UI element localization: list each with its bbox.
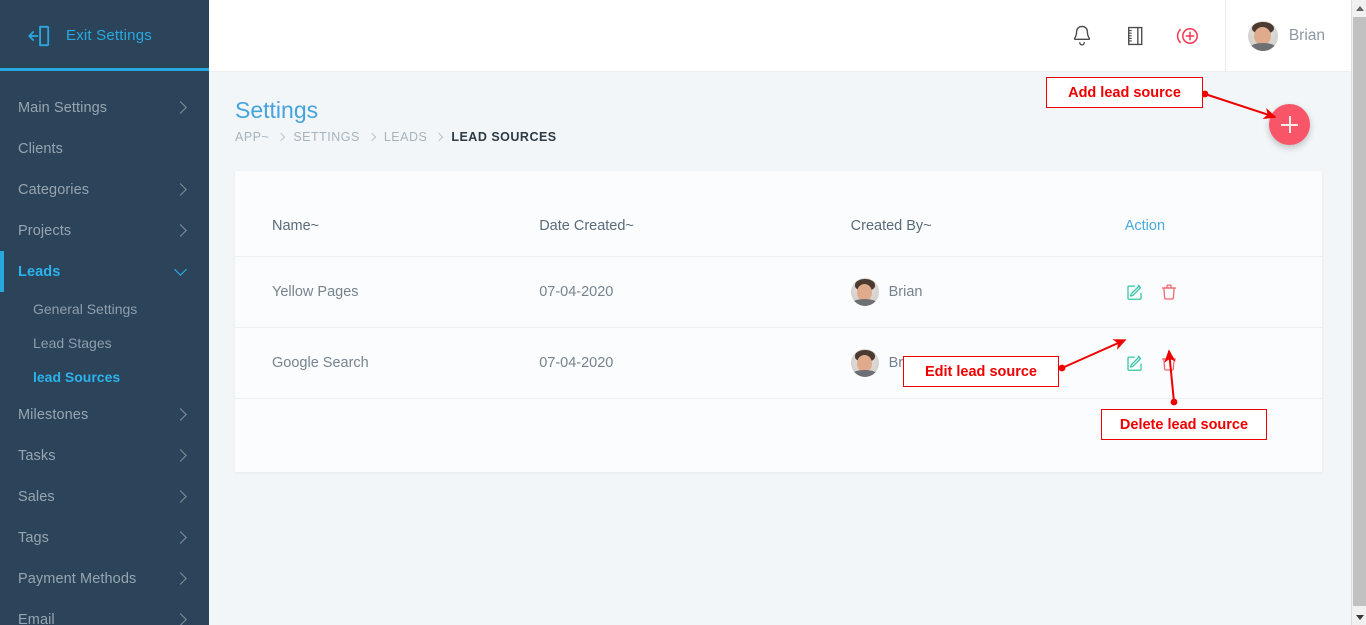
sidebar: Exit Settings Main Settings Clients Cate… <box>0 0 209 625</box>
annotation-label: Add lead source <box>1068 84 1181 101</box>
cell-name: Yellow Pages <box>235 256 540 328</box>
delete-row-button[interactable] <box>1159 281 1179 303</box>
cell-actions <box>1124 256 1322 328</box>
table-header-row: Name~ Date Created~ Created By~ Action <box>235 171 1322 257</box>
column-header-name[interactable]: Name~ <box>235 171 540 257</box>
chevron-right-icon <box>367 132 377 142</box>
user-menu[interactable]: Brian <box>1224 0 1351 72</box>
sidebar-item-label: Payment Methods <box>18 570 137 587</box>
cell-date-created: 07-04-2020 <box>539 327 851 399</box>
table-row: Google Search 07-04-2020 Brian <box>235 327 1322 399</box>
add-lead-source-fab[interactable] <box>1269 104 1310 145</box>
annotation-label: Edit lead source <box>924 363 1037 380</box>
sidebar-item-milestones[interactable]: Milestones <box>0 394 209 435</box>
edit-row-button[interactable] <box>1125 352 1145 374</box>
sidebar-item-main-settings[interactable]: Main Settings <box>0 87 209 128</box>
breadcrumb-item-settings[interactable]: SETTINGS <box>293 130 360 144</box>
breadcrumb-item-lead-sources: LEAD SOURCES <box>451 130 557 144</box>
avatar <box>1247 20 1278 51</box>
sidebar-subitem-label: Lead Stages <box>33 335 112 351</box>
sidebar-subitem-lead-sources[interactable]: lead Sources <box>0 360 209 394</box>
sidebar-item-label: Leads <box>18 263 61 280</box>
exit-icon <box>28 25 50 46</box>
sidebar-subitem-label: General Settings <box>33 301 138 317</box>
sidebar-item-clients[interactable]: Clients <box>0 128 209 169</box>
delete-row-button[interactable] <box>1159 352 1179 374</box>
chevron-right-icon <box>174 408 187 421</box>
sidebar-item-label: Tags <box>18 529 50 546</box>
header-icon-group <box>1069 22 1225 50</box>
sidebar-item-label: Tasks <box>18 447 56 464</box>
chevron-right-icon <box>277 132 286 142</box>
sidebar-item-label: Main Settings <box>18 99 108 116</box>
annotation-add-lead-source: Add lead source <box>1046 77 1203 108</box>
column-header-action: Action <box>1124 171 1322 257</box>
chevron-right-icon <box>174 101 187 114</box>
annotation-label: Delete lead source <box>1119 416 1249 433</box>
column-header-date-created[interactable]: Date Created~ <box>539 171 851 257</box>
page-scrollbar[interactable] <box>1351 0 1366 625</box>
table-row: Yellow Pages 07-04-2020 Brian <box>235 256 1322 328</box>
chevron-right-icon <box>174 183 187 196</box>
sidebar-subitem-general-settings[interactable]: General Settings <box>0 292 209 326</box>
sidebar-item-label: Clients <box>18 140 64 157</box>
app-window: Exit Settings Main Settings Clients Cate… <box>0 0 1366 625</box>
sidebar-item-label: Email <box>18 611 55 625</box>
user-name-label: Brian <box>1288 26 1325 44</box>
cell-date-created: 07-04-2020 <box>539 256 851 328</box>
scrollbar-thumb[interactable] <box>1353 17 1366 606</box>
triangle-up-icon <box>1355 5 1364 11</box>
triangle-down-icon <box>1355 614 1364 620</box>
sidebar-item-leads[interactable]: Leads <box>0 251 209 292</box>
exit-settings-label: Exit Settings <box>66 27 152 44</box>
sidebar-item-label: Projects <box>18 222 72 239</box>
avatar <box>850 349 879 377</box>
column-header-created-by[interactable]: Created By~ <box>850 171 1125 257</box>
sidebar-subitem-label: lead Sources <box>33 369 121 385</box>
page-title: Settings <box>235 97 319 123</box>
sidebar-item-label: Categories <box>18 181 90 198</box>
cell-name: Google Search <box>235 327 540 399</box>
top-header: Brian <box>209 0 1351 72</box>
annotation-edit-lead-source: Edit lead source <box>903 356 1059 387</box>
sidebar-item-tasks[interactable]: Tasks <box>0 435 209 476</box>
annotation-delete-lead-source: Delete lead source <box>1101 409 1267 440</box>
sidebar-subitem-lead-stages[interactable]: Lead Stages <box>0 326 209 360</box>
sidebar-item-projects[interactable]: Projects <box>0 210 209 251</box>
lead-sources-table: Name~ Date Created~ Created By~ Action Y… <box>235 171 1322 399</box>
sidebar-nav: Main Settings Clients Categories Project… <box>0 71 209 625</box>
chevron-right-icon <box>174 613 187 625</box>
chevron-right-icon <box>174 572 187 585</box>
main-content: Settings APP~ SETTINGS LEADS LEAD SOURCE… <box>209 72 1351 625</box>
sidebar-item-email[interactable]: Email <box>0 599 209 625</box>
sidebar-item-sales[interactable]: Sales <box>0 476 209 517</box>
add-circle-icon[interactable] <box>1175 22 1201 50</box>
breadcrumb-item-app[interactable]: APP~ <box>235 130 269 144</box>
bell-icon[interactable] <box>1069 22 1095 50</box>
sidebar-item-payment-methods[interactable]: Payment Methods <box>0 558 209 599</box>
chevron-right-icon <box>174 224 187 237</box>
chevron-right-icon <box>174 449 187 462</box>
avatar <box>850 278 879 306</box>
cell-created-by: Brian <box>850 256 1125 328</box>
chevron-right-icon <box>435 132 444 142</box>
edit-row-button[interactable] <box>1125 281 1145 303</box>
chevron-right-icon <box>174 531 187 544</box>
scroll-up-arrow[interactable] <box>1352 0 1366 16</box>
sidebar-item-categories[interactable]: Categories <box>0 169 209 210</box>
chevron-down-icon <box>174 263 187 276</box>
exit-settings-button[interactable]: Exit Settings <box>0 0 209 71</box>
breadcrumb-item-leads[interactable]: LEADS <box>384 130 428 144</box>
notebook-icon[interactable] <box>1122 22 1148 50</box>
sidebar-item-tags[interactable]: Tags <box>0 517 209 558</box>
cell-actions <box>1124 327 1322 399</box>
sidebar-item-label: Milestones <box>18 406 89 423</box>
created-by-name: Brian <box>888 284 923 300</box>
scroll-down-arrow[interactable] <box>1352 609 1366 625</box>
chevron-right-icon <box>174 490 187 503</box>
sidebar-item-label: Sales <box>18 488 55 505</box>
breadcrumb: APP~ SETTINGS LEADS LEAD SOURCES <box>235 130 557 144</box>
